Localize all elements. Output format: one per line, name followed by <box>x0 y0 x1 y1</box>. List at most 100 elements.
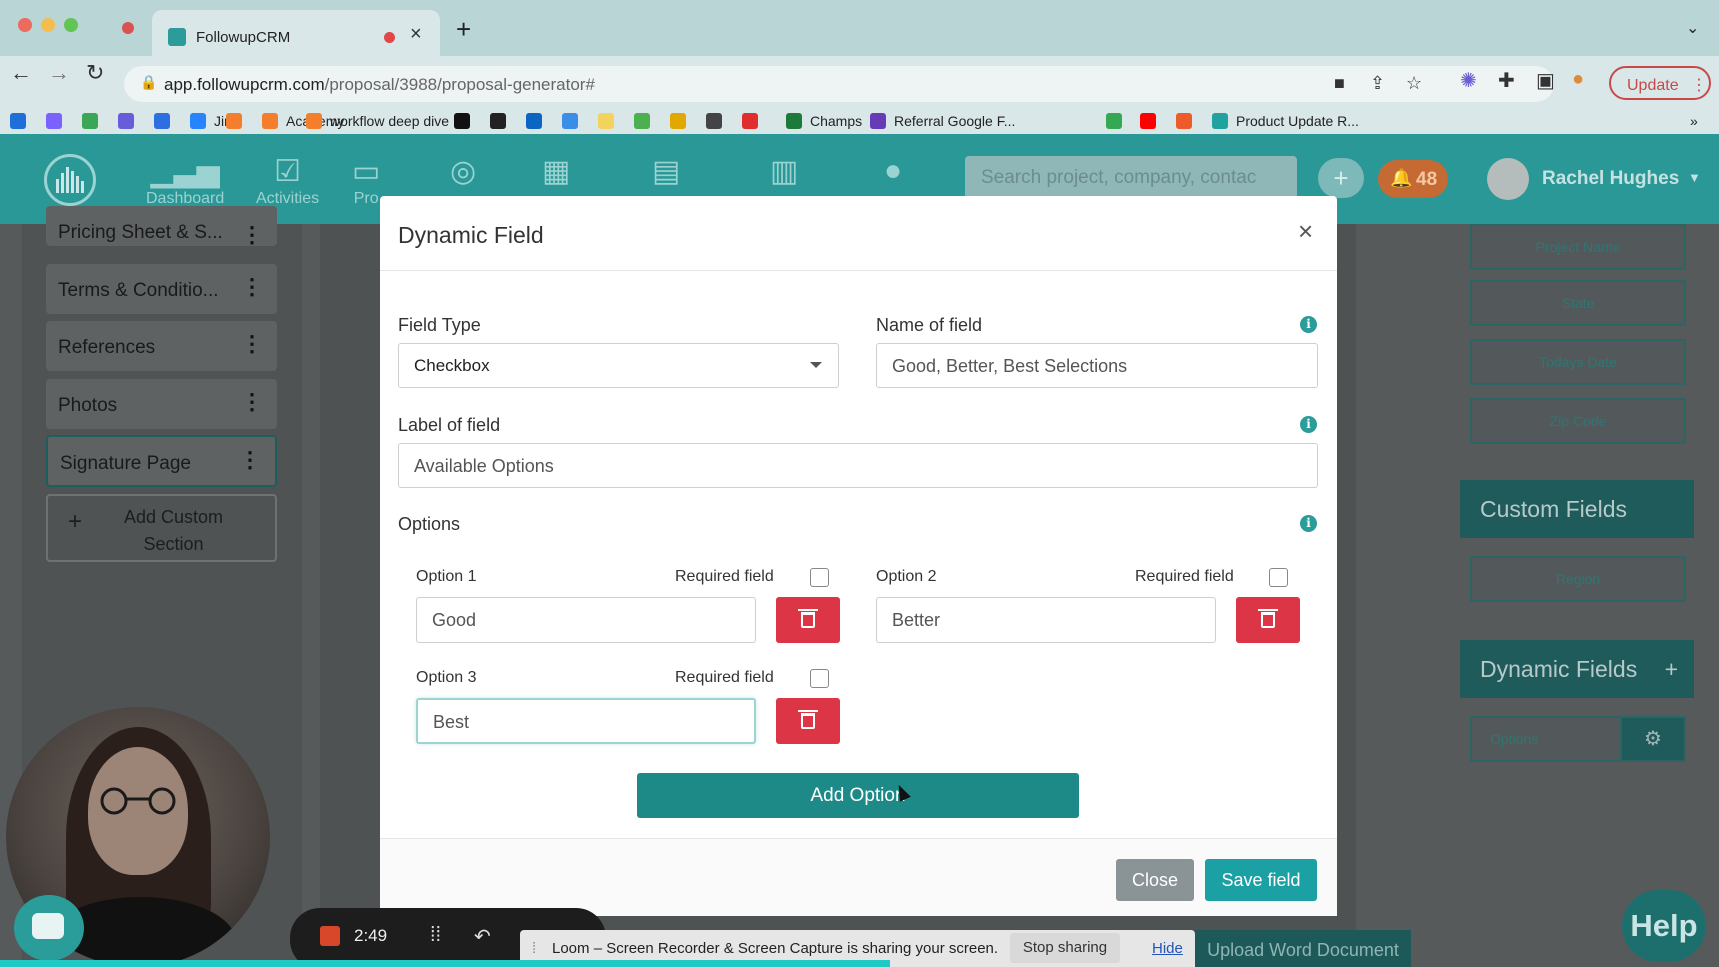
delete-option-2-button[interactable] <box>1236 597 1300 643</box>
option-3-required-checkbox[interactable] <box>810 669 829 688</box>
section-item-references[interactable]: References ⋮ <box>46 321 277 371</box>
section-item-photos[interactable]: Photos ⋮ <box>46 379 277 429</box>
extensions-puzzle-icon[interactable]: ✚ <box>1498 68 1515 93</box>
bookmark-item[interactable] <box>526 113 550 129</box>
chat-support-button[interactable] <box>14 895 84 961</box>
forward-button[interactable]: → <box>48 60 70 86</box>
option-1-required-checkbox[interactable] <box>810 568 829 587</box>
update-button[interactable]: Update ⋮ <box>1609 66 1711 100</box>
close-icon[interactable]: × <box>1298 216 1313 247</box>
save-field-button[interactable]: Save field <box>1205 859 1317 901</box>
minimize-window-button[interactable] <box>41 18 55 32</box>
bookmark-item[interactable] <box>46 113 70 129</box>
address-bar[interactable]: 🔒 app.followupcrm.com/proposal/3988/prop… <box>124 66 1554 102</box>
bookmark-item[interactable] <box>706 113 730 129</box>
bookmark-item[interactable] <box>670 113 694 129</box>
global-search-input[interactable]: Search project, company, contac <box>965 156 1297 200</box>
delete-option-3-button[interactable] <box>776 698 840 744</box>
bookmark-item[interactable] <box>742 113 766 129</box>
kebab-menu-icon[interactable]: ⋮ <box>239 447 261 473</box>
nav-activities[interactable]: ☑ Activities <box>256 154 319 208</box>
add-option-button[interactable]: Add Option <box>637 773 1079 818</box>
add-dynamic-field-icon[interactable]: + <box>1665 656 1678 683</box>
new-tab-button[interactable]: + <box>456 14 471 45</box>
bookmark-item[interactable] <box>598 113 622 129</box>
field-chip-zip-code[interactable]: Zip Code <box>1470 398 1686 444</box>
user-avatar[interactable] <box>1487 158 1529 200</box>
bookmark-item[interactable] <box>154 113 178 129</box>
close-button[interactable]: Close <box>1116 859 1194 901</box>
field-chip-project-name[interactable]: Project Name <box>1470 224 1686 270</box>
option-1-input[interactable]: Good <box>416 597 756 643</box>
bookmark-item[interactable] <box>1140 113 1164 129</box>
nav-target[interactable]: ◎ <box>450 154 476 190</box>
close-window-button[interactable] <box>18 18 32 32</box>
tab-search-chevron-icon[interactable]: ⌄ <box>1686 18 1699 38</box>
option-3-input[interactable]: Best <box>416 698 756 744</box>
upload-word-document-button[interactable]: Upload Word Document <box>1195 930 1411 967</box>
profile-avatar-icon[interactable]: ● <box>1572 68 1584 91</box>
field-chip-region[interactable]: Region <box>1470 556 1686 602</box>
bookmark-item[interactable] <box>490 113 514 129</box>
kebab-menu-icon[interactable]: ⋮ <box>241 222 263 248</box>
undo-icon[interactable]: ↶ <box>474 924 491 949</box>
bookmark-item[interactable]: Referral Google F... <box>870 113 1015 129</box>
tab-close-icon[interactable]: × <box>410 23 422 46</box>
drag-handle-icon[interactable]: ⁞ <box>532 940 536 957</box>
bookmark-item[interactable] <box>10 113 34 129</box>
add-custom-section-button[interactable]: + Add Custom Section <box>46 494 277 562</box>
kebab-menu-icon[interactable]: ⋮ <box>241 389 263 415</box>
bookmark-item[interactable]: Product Update R... <box>1212 113 1359 129</box>
field-chip-state[interactable]: State <box>1470 280 1686 326</box>
bookmark-item[interactable]: Champs <box>786 113 862 129</box>
reload-button[interactable]: ↻ <box>86 60 104 86</box>
share-icon[interactable]: ⇪ <box>1370 73 1385 94</box>
label-of-field-input[interactable]: Available Options <box>398 443 1318 488</box>
chevron-down-icon[interactable]: ▼ <box>1688 170 1701 185</box>
user-name[interactable]: Rachel Hughes <box>1542 168 1679 190</box>
option-2-required-checkbox[interactable] <box>1269 568 1288 587</box>
bookmark-item[interactable] <box>1106 113 1130 129</box>
kebab-menu-icon[interactable]: ⋮ <box>241 274 263 300</box>
bookmark-item[interactable]: workflow deep dive <box>306 113 449 129</box>
gear-icon[interactable]: ⚙ <box>1620 716 1686 762</box>
nav-contacts[interactable]: ● <box>884 154 902 190</box>
name-of-field-input[interactable]: Good, Better, Best Selections <box>876 343 1318 388</box>
field-type-select[interactable]: Checkbox <box>398 343 839 388</box>
bookmark-item[interactable] <box>118 113 142 129</box>
delete-option-1-button[interactable] <box>776 597 840 643</box>
extension-icon[interactable]: ✺ <box>1460 68 1477 93</box>
bookmark-item[interactable] <box>454 113 478 129</box>
browser-tab-followupcrm[interactable]: FollowupCRM × <box>152 10 440 60</box>
camera-icon[interactable]: ■ <box>1334 73 1345 94</box>
nav-projects[interactable]: ▭ Pro <box>352 154 380 208</box>
section-item-signature-page[interactable]: Signature Page ⋮ <box>46 435 277 487</box>
bookmark-item[interactable] <box>562 113 586 129</box>
section-item-terms[interactable]: Terms & Conditio... ⋮ <box>46 264 277 314</box>
stop-sharing-button[interactable]: Stop sharing <box>1010 933 1120 963</box>
grid-icon[interactable]: ⁞⁞ <box>430 924 441 947</box>
bookmark-item[interactable] <box>634 113 658 129</box>
side-panel-icon[interactable]: ▣ <box>1536 68 1555 93</box>
followupcrm-logo[interactable] <box>44 154 96 206</box>
bookmark-item[interactable] <box>82 113 106 129</box>
bookmark-item[interactable] <box>226 113 250 129</box>
bookmark-star-icon[interactable]: ☆ <box>1406 73 1422 94</box>
field-chip-options[interactable]: Options <box>1470 716 1622 762</box>
nav-calculator[interactable]: ▥ <box>770 154 798 190</box>
info-icon[interactable]: i <box>1300 515 1317 532</box>
kebab-menu-icon[interactable]: ⋮ <box>241 331 263 357</box>
help-button[interactable]: Help <box>1622 890 1706 962</box>
bookmarks-overflow-button[interactable]: » <box>1690 113 1698 129</box>
option-2-input[interactable]: Better <box>876 597 1216 643</box>
bookmark-item[interactable] <box>1176 113 1200 129</box>
maximize-window-button[interactable] <box>64 18 78 32</box>
nav-calendar[interactable]: ▦ <box>542 154 570 190</box>
nav-dashboard[interactable]: ▁▃▅ Dashboard <box>146 154 224 208</box>
nav-documents[interactable]: ▤ <box>652 154 680 190</box>
section-item-pricing-sheet[interactable]: Pricing Sheet & S... ⋮ <box>46 206 277 248</box>
hide-banner-link[interactable]: Hide <box>1152 940 1183 957</box>
stop-recording-button[interactable] <box>320 926 340 946</box>
info-icon[interactable]: i <box>1300 316 1317 333</box>
notifications-button[interactable]: 🔔 48 <box>1378 160 1448 198</box>
